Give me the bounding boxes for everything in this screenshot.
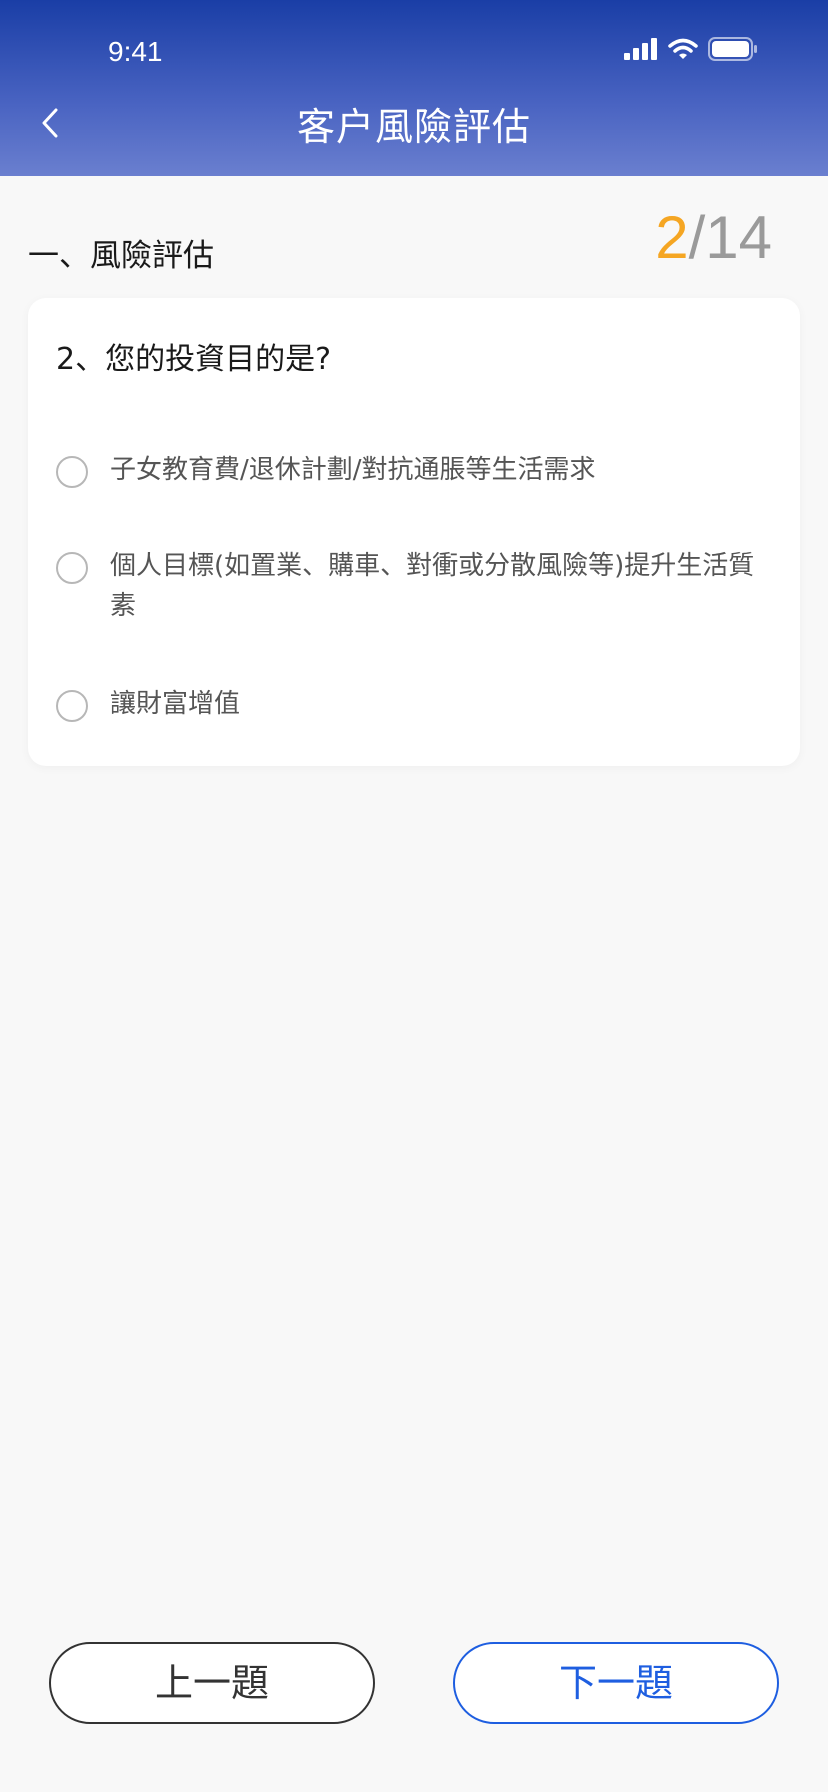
- radio-button[interactable]: [56, 456, 88, 488]
- progress-separator: /: [688, 204, 706, 271]
- option-label: 子女教育費/退休計劃/對抗通脹等生活需求: [110, 455, 596, 485]
- wifi-icon: [668, 38, 698, 64]
- option-label: 個人目標(如置業、購車、對衝或分散風險等)提升生活質素: [110, 551, 755, 621]
- option-label: 讓財富增值: [110, 689, 241, 719]
- question-card: 2、您的投資目的是? 子女教育費/退休計劃/對抗通脹等生活需求 個人目標(如置業…: [28, 298, 800, 766]
- battery-icon: [708, 37, 758, 65]
- signal-icon: [624, 38, 658, 64]
- option-2[interactable]: 個人目標(如置業、購車、對衝或分散風險等)提升生活質素: [56, 550, 776, 626]
- section-title: 一、風險評估: [28, 238, 214, 274]
- option-1[interactable]: 子女教育費/退休計劃/對抗通脹等生活需求: [56, 454, 776, 490]
- question-text: 2、您的投資目的是?: [56, 342, 332, 377]
- previous-question-button[interactable]: 上一題: [49, 1642, 375, 1724]
- option-3[interactable]: 讓財富增值: [56, 688, 776, 724]
- progress-total: 14: [705, 204, 772, 271]
- question-progress: 2/14: [655, 200, 772, 276]
- next-question-button[interactable]: 下一題: [453, 1642, 779, 1724]
- status-icons: [624, 37, 758, 65]
- status-time: 9:41: [108, 36, 163, 67]
- header-bar: 9:41 客户風險評估: [0, 0, 828, 176]
- page-title: 客户風險評估: [296, 105, 531, 149]
- progress-current: 2: [655, 204, 689, 271]
- radio-button[interactable]: [56, 552, 88, 584]
- radio-button[interactable]: [56, 690, 88, 722]
